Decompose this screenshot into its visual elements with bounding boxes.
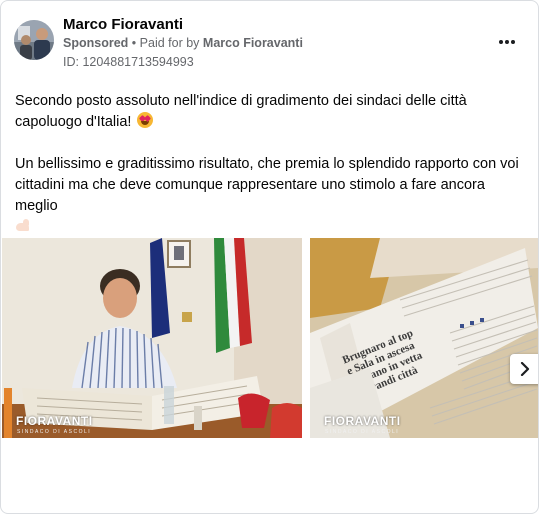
more-options-icon[interactable] (495, 32, 519, 52)
brand-watermark-subtext: SINDACO DI ASCOLI (325, 429, 400, 435)
carousel-next-button[interactable] (510, 354, 538, 384)
avatar-photo (14, 20, 54, 60)
page-name[interactable]: Marco Fioravanti (63, 16, 183, 33)
sponsored-label: Sponsored (63, 36, 129, 50)
carousel-image-2[interactable]: Brugnaro al top e Sala in ascesa portano… (310, 238, 538, 438)
post-paragraph-2: Un bellissimo e graditissimo risultato, … (15, 156, 519, 214)
carousel-image-1[interactable]: FIORAVANTI SINDACO DI ASCOLI (2, 238, 302, 438)
post-body: Secondo posto assoluto nell'indice di gr… (15, 91, 531, 259)
heart-eyes-emoji-icon (137, 112, 154, 128)
mayor-reading-photo (2, 238, 302, 438)
paid-for-by-name[interactable]: Marco Fioravanti (203, 36, 303, 50)
meta-separator: • (131, 36, 137, 50)
brand-watermark: FIORAVANTI (324, 414, 401, 428)
chevron-right-icon (520, 362, 530, 376)
brand-watermark: FIORAVANTI (16, 414, 93, 428)
ad-post-card: Marco Fioravanti Sponsored • Paid for by… (0, 0, 539, 514)
sponsored-line: Sponsored • Paid for by Marco Fioravanti (63, 36, 303, 50)
avatar[interactable] (14, 20, 54, 60)
brand-watermark-subtext: SINDACO DI ASCOLI (17, 429, 92, 435)
flexed-biceps-emoji-icon (15, 219, 31, 233)
post-paragraph-1: Secondo posto assoluto nell'indice di gr… (15, 93, 467, 130)
ad-id: ID: 1204881713594993 (63, 55, 194, 69)
newspaper-photo: Brugnaro al top e Sala in ascesa portano… (310, 238, 538, 438)
paid-for-by-prefix: Paid for by (139, 36, 200, 50)
